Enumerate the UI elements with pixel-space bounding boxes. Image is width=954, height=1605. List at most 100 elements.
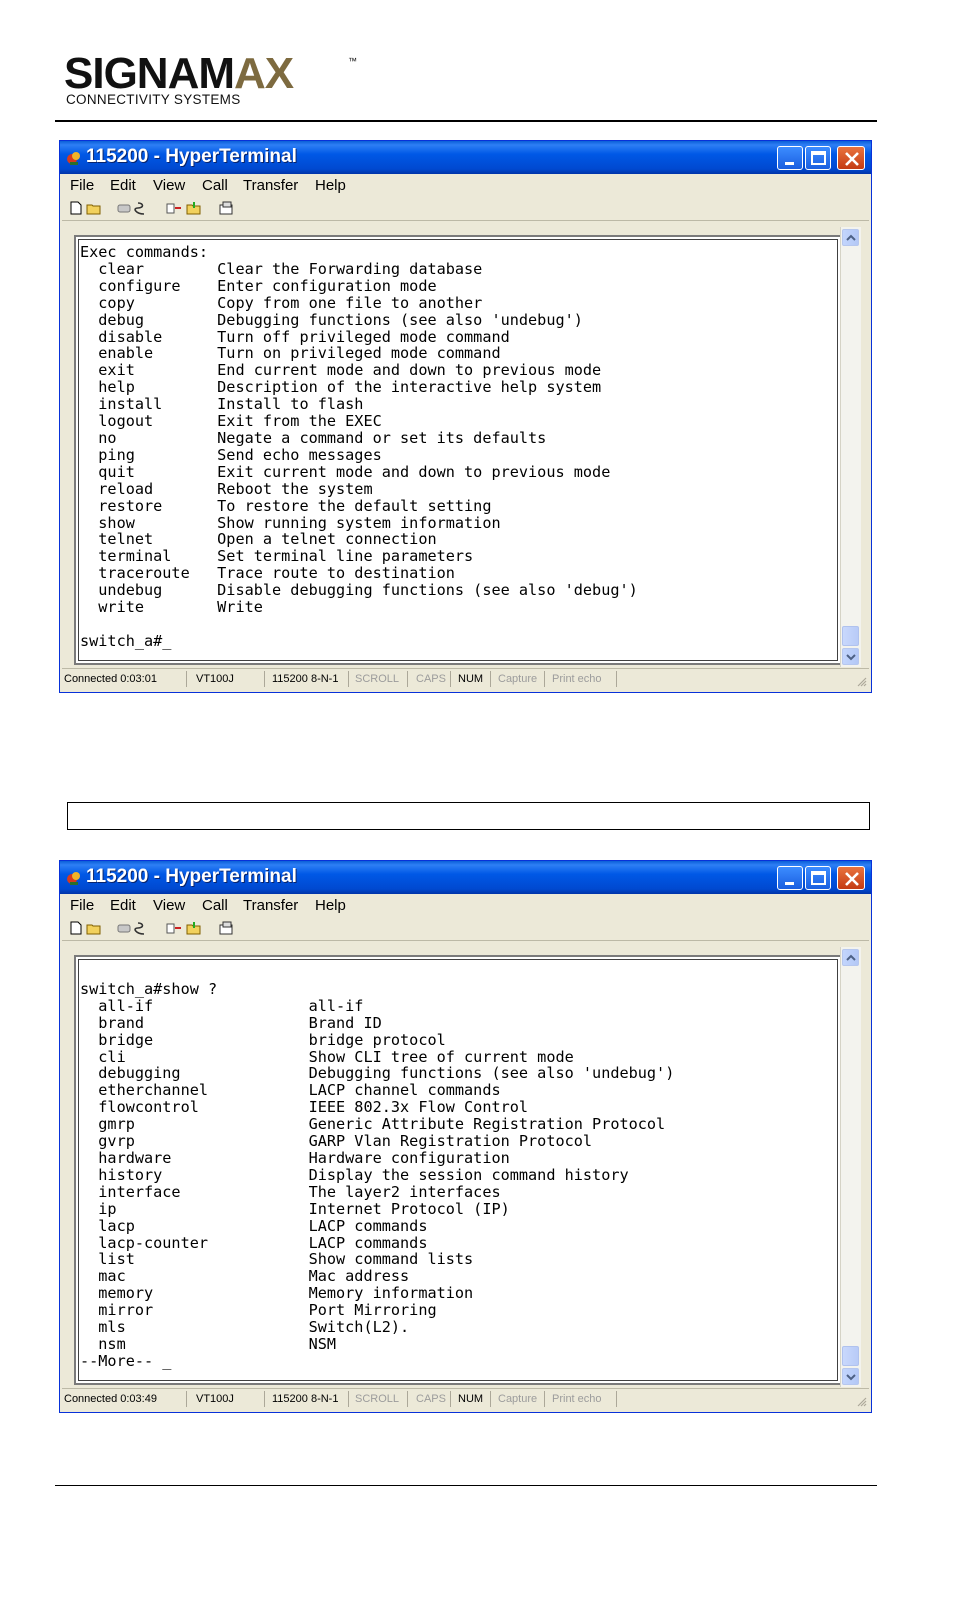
status-divider — [490, 1391, 491, 1407]
vertical-scrollbar[interactable] — [840, 947, 861, 1387]
menu-help[interactable]: Help — [315, 897, 346, 914]
menu-call[interactable]: Call — [202, 897, 228, 914]
close-button[interactable] — [837, 866, 865, 890]
signamax-logo: SIGNAMAX ™ CONNECTIVITY SYSTEMS — [64, 52, 364, 108]
menu-help[interactable]: Help — [315, 177, 346, 194]
status-connected: Connected 0:03:01 — [64, 673, 157, 685]
chevron-down-icon — [846, 1374, 856, 1381]
send-icon[interactable] — [166, 201, 182, 215]
window-title: 115200 - HyperTerminal — [86, 866, 297, 887]
status-divider — [348, 1391, 349, 1407]
logo-subtitle: CONNECTIVITY SYSTEMS — [66, 92, 241, 107]
menu-bar: File Edit View Call Transfer Help — [62, 895, 869, 915]
hyperterminal-app-icon — [67, 872, 80, 885]
vertical-scrollbar[interactable] — [840, 227, 861, 667]
terminal-output: Exec commands: clear Clear the Forwardin… — [80, 243, 638, 650]
status-divider — [544, 671, 545, 687]
window-title: 115200 - HyperTerminal — [86, 146, 297, 167]
scroll-up-button[interactable] — [842, 949, 859, 966]
status-caps: CAPS — [416, 1393, 446, 1405]
minimize-button[interactable] — [777, 866, 803, 890]
status-divider — [490, 671, 491, 687]
title-bar[interactable]: 115200 - HyperTerminal — [60, 141, 871, 174]
logo-wordmark: SIGNAMAX — [64, 49, 294, 98]
chevron-down-icon — [846, 654, 856, 661]
menu-call[interactable]: Call — [202, 177, 228, 194]
status-divider — [450, 1391, 451, 1407]
header-rule — [55, 120, 877, 122]
status-num: NUM — [458, 673, 484, 685]
connect-icon[interactable] — [116, 201, 132, 215]
toolbar — [62, 918, 869, 941]
resize-grip-icon[interactable] — [857, 677, 867, 687]
hyperterminal-window-1: 115200 - HyperTerminal File Edit View Ca… — [59, 140, 872, 693]
status-num: NUM — [458, 1393, 484, 1405]
status-bar: Connected 0:03:49 VT100J 115200 8-N-1 SC… — [62, 1388, 869, 1409]
scroll-down-button[interactable] — [842, 648, 859, 665]
status-scroll: SCROLL — [355, 1393, 400, 1405]
open-icon[interactable] — [86, 921, 102, 935]
maximize-icon — [811, 151, 826, 165]
scroll-up-button[interactable] — [842, 229, 859, 246]
status-print-echo: Print echo — [552, 1393, 602, 1405]
status-divider — [616, 671, 617, 687]
status-divider — [186, 671, 187, 687]
chevron-up-icon — [846, 234, 856, 241]
menu-file[interactable]: File — [70, 897, 94, 914]
status-divider — [616, 1391, 617, 1407]
hyperterminal-app-icon — [67, 152, 80, 165]
scroll-thumb[interactable] — [842, 626, 859, 646]
send-icon[interactable] — [166, 921, 182, 935]
menu-edit[interactable]: Edit — [110, 177, 136, 194]
minimize-icon — [785, 162, 794, 165]
properties-icon[interactable] — [218, 921, 234, 935]
status-divider — [348, 671, 349, 687]
hyperterminal-window-2: 115200 - HyperTerminal File Edit View Ca… — [59, 860, 872, 1413]
menu-edit[interactable]: Edit — [110, 897, 136, 914]
status-bar: Connected 0:03:01 VT100J 115200 8-N-1 SC… — [62, 668, 869, 689]
menu-view[interactable]: View — [153, 897, 185, 914]
status-scroll: SCROLL — [355, 673, 400, 685]
status-emulation: VT100J — [196, 1393, 234, 1405]
disconnect-icon[interactable] — [134, 201, 150, 215]
status-capture: Capture — [498, 673, 538, 685]
close-icon — [845, 872, 859, 886]
receive-icon[interactable] — [186, 201, 202, 215]
status-divider — [407, 671, 408, 687]
status-divider — [186, 1391, 187, 1407]
new-icon[interactable] — [68, 201, 84, 215]
status-divider — [407, 1391, 408, 1407]
status-emulation: VT100J — [196, 673, 234, 685]
caption-box — [67, 802, 870, 830]
close-button[interactable] — [837, 146, 865, 170]
open-icon[interactable] — [86, 201, 102, 215]
connect-icon[interactable] — [116, 921, 132, 935]
status-divider — [264, 1391, 265, 1407]
toolbar — [62, 198, 869, 221]
status-divider — [450, 671, 451, 687]
receive-icon[interactable] — [186, 921, 202, 935]
scroll-down-button[interactable] — [842, 1368, 859, 1385]
new-icon[interactable] — [68, 921, 84, 935]
status-settings: 115200 8-N-1 — [272, 1393, 339, 1405]
menu-file[interactable]: File — [70, 177, 94, 194]
maximize-button[interactable] — [805, 146, 831, 170]
minimize-button[interactable] — [777, 146, 803, 170]
menu-view[interactable]: View — [153, 177, 185, 194]
properties-icon[interactable] — [218, 201, 234, 215]
resize-grip-icon[interactable] — [857, 1397, 867, 1407]
maximize-icon — [811, 871, 826, 885]
disconnect-icon[interactable] — [134, 921, 150, 935]
menu-transfer[interactable]: Transfer — [243, 177, 298, 194]
title-bar[interactable]: 115200 - HyperTerminal — [60, 861, 871, 894]
status-caps: CAPS — [416, 673, 446, 685]
logo-trademark: ™ — [348, 56, 357, 66]
status-print-echo: Print echo — [552, 673, 602, 685]
maximize-button[interactable] — [805, 866, 831, 890]
status-connected: Connected 0:03:49 — [64, 1393, 157, 1405]
chevron-up-icon — [846, 954, 856, 961]
menu-transfer[interactable]: Transfer — [243, 897, 298, 914]
footer-rule — [55, 1485, 877, 1486]
menu-bar: File Edit View Call Transfer Help — [62, 175, 869, 195]
scroll-thumb[interactable] — [842, 1346, 859, 1366]
